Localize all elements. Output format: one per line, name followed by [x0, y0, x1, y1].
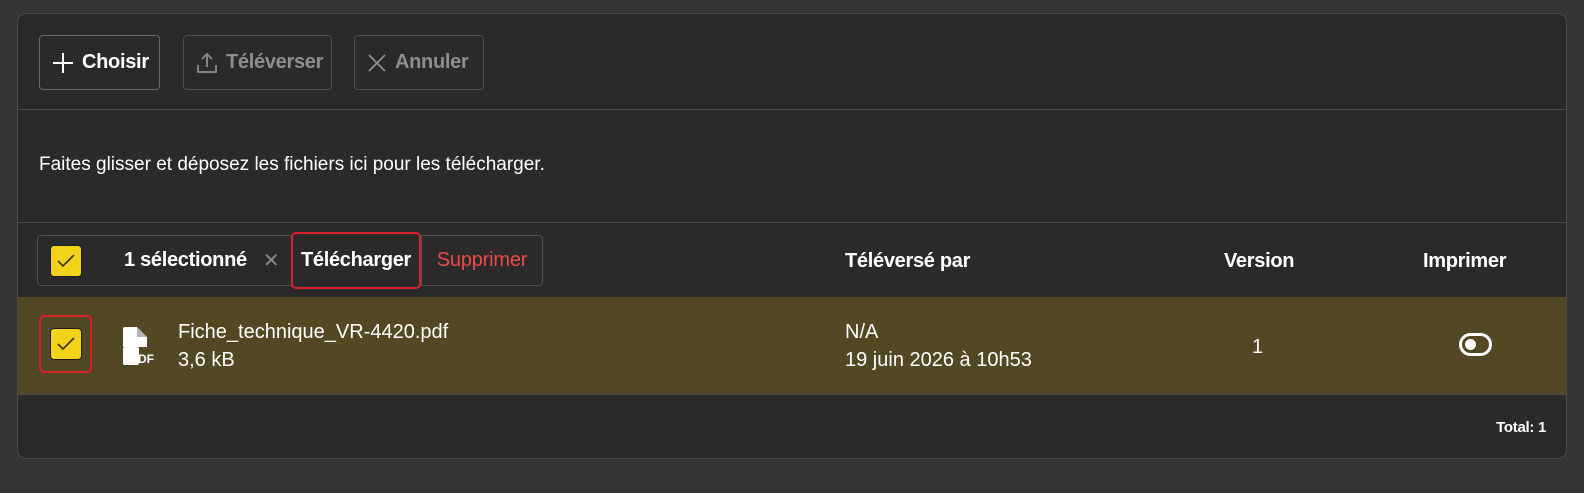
- total-count: Total: 1: [1496, 419, 1546, 436]
- pdf-file-icon: PDF: [123, 327, 154, 366]
- choose-button-label: Choisir: [82, 51, 149, 73]
- cancel-button[interactable]: Annuler: [354, 35, 484, 90]
- drop-zone-message: Faites glisser et déposez les fichiers i…: [39, 154, 545, 175]
- uploaded-at: 19 juin 2026 à 10h53: [845, 349, 1032, 371]
- row-checkbox[interactable]: [49, 328, 82, 360]
- cancel-button-label: Annuler: [395, 51, 469, 73]
- close-icon: [368, 53, 386, 72]
- upload-icon: [197, 52, 217, 73]
- print-toggle-knob: [1465, 339, 1476, 350]
- download-button[interactable]: Télécharger: [291, 232, 421, 289]
- file-name[interactable]: Fiche_technique_VR-4420.pdf: [178, 321, 448, 344]
- pdf-label: PDF: [130, 352, 154, 366]
- column-header-uploaded-by[interactable]: Téléversé par: [845, 250, 970, 273]
- selection-summary: 1 sélectionné ✕: [38, 236, 292, 285]
- selected-count: 1 sélectionné: [124, 249, 247, 271]
- upload-toolbar: Choisir Téléverser Annuler: [18, 14, 1566, 110]
- column-header-version[interactable]: Version: [1224, 250, 1294, 273]
- print-toggle[interactable]: [1459, 333, 1492, 356]
- clear-selection-icon[interactable]: ✕: [263, 248, 280, 273]
- drop-zone[interactable]: Faites glisser et déposez les fichiers i…: [18, 111, 1566, 223]
- bulk-actions-bar: 1 sélectionné ✕ Télécharger Supprimer: [37, 232, 543, 289]
- check-icon: [57, 253, 75, 267]
- check-icon: [56, 337, 75, 351]
- plus-icon: [53, 52, 73, 73]
- row-checkbox-focus: [39, 315, 92, 373]
- delete-button[interactable]: Supprimer: [421, 236, 542, 285]
- column-header-print[interactable]: Imprimer: [1423, 250, 1506, 273]
- choose-button[interactable]: Choisir: [39, 35, 160, 90]
- file-upload-panel: Choisir Téléverser Annuler Faites glisse…: [17, 13, 1567, 459]
- select-all-checkbox[interactable]: [50, 244, 82, 277]
- file-size: 3,6 kB: [178, 349, 235, 371]
- file-version: 1: [1252, 336, 1264, 358]
- table-row[interactable]: PDF Fiche_technique_VR-4420.pdf 3,6 kB N…: [18, 297, 1566, 395]
- upload-button[interactable]: Téléverser: [183, 35, 332, 90]
- table-header: 1 sélectionné ✕ Télécharger Supprimer Té…: [18, 224, 1566, 297]
- uploaded-by: N/A: [845, 321, 879, 343]
- upload-button-label: Téléverser: [226, 51, 324, 73]
